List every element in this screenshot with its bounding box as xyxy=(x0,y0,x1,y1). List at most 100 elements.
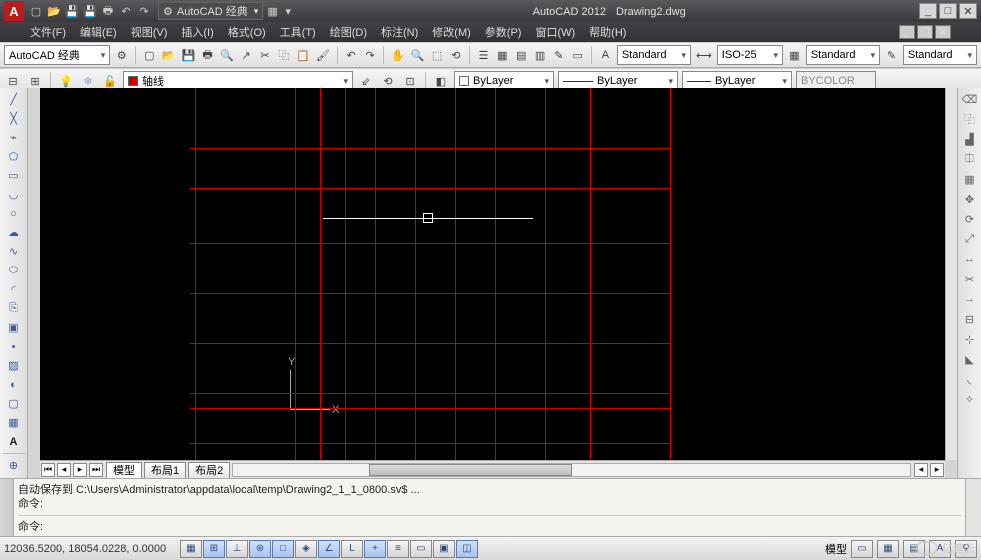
polar-toggle[interactable]: ⊛ xyxy=(249,540,271,558)
hatch-icon[interactable]: ▨ xyxy=(3,356,25,375)
dim-style-combo[interactable]: ISO-25▾ xyxy=(717,45,783,65)
status-coordinates[interactable]: 12036.5200, 18054.0228, 0.0000 xyxy=(4,543,174,555)
menu-draw[interactable]: 绘图(D) xyxy=(330,24,367,40)
tb-redo-icon[interactable]: ↷ xyxy=(363,46,378,64)
dyn-toggle[interactable]: + xyxy=(364,540,386,558)
addsel-icon[interactable]: ⊕ xyxy=(3,456,25,475)
move-icon[interactable]: ✥ xyxy=(961,190,979,208)
scale-icon[interactable]: ⤢ xyxy=(961,230,979,248)
tab-last-button[interactable]: ⏭ xyxy=(89,463,103,477)
tab-prev-button[interactable]: ◂ xyxy=(57,463,71,477)
vertical-scrollbar[interactable] xyxy=(945,88,957,460)
menu-dim[interactable]: 标注(N) xyxy=(381,24,418,40)
tb-zoomwin-icon[interactable]: ⬚ xyxy=(430,46,445,64)
tpy-toggle[interactable]: ▭ xyxy=(410,540,432,558)
polygon-icon[interactable]: ⬠ xyxy=(3,147,25,166)
status-annoscale-icon[interactable]: A xyxy=(929,540,951,558)
stretch-icon[interactable]: ↔ xyxy=(961,250,979,268)
ws-settings-icon[interactable]: ⚙ xyxy=(114,46,129,64)
trim-icon[interactable]: ✂ xyxy=(961,270,979,288)
explode-icon[interactable]: ✧ xyxy=(961,390,979,408)
gradient-icon[interactable]: ◐ xyxy=(3,375,25,394)
qat-undo-icon[interactable]: ↶ xyxy=(118,3,134,19)
ellipsearc-icon[interactable]: ◜ xyxy=(3,280,25,299)
grid-toggle[interactable]: ⊞ xyxy=(203,540,225,558)
minimize-button[interactable]: _ xyxy=(919,3,937,19)
tb-dcenter-icon[interactable]: ▦ xyxy=(495,46,510,64)
tb-sheetset-icon[interactable]: ▥ xyxy=(533,46,548,64)
osnap-toggle[interactable]: □ xyxy=(272,540,294,558)
array-icon[interactable]: ▦ xyxy=(961,170,979,188)
tb-match-icon[interactable]: 🖌 xyxy=(315,46,331,64)
maximize-button[interactable]: □ xyxy=(939,3,957,19)
tb-open-icon[interactable]: 📂 xyxy=(161,46,177,64)
hscroll-right-button[interactable]: ▸ xyxy=(930,463,944,477)
qat-more-icon[interactable]: ▦ xyxy=(267,5,285,18)
menu-insert[interactable]: 插入(I) xyxy=(181,24,213,40)
horizontal-scrollbar[interactable] xyxy=(232,463,911,477)
point-icon[interactable]: • xyxy=(3,337,25,356)
menu-file[interactable]: 文件(F) xyxy=(30,24,66,40)
workspace-selector[interactable]: ⚙ AutoCAD 经典 ▾ xyxy=(158,2,263,20)
menu-param[interactable]: 参数(P) xyxy=(485,24,522,40)
workspace-combo[interactable]: AutoCAD 经典▾ xyxy=(4,45,110,65)
mtext-icon[interactable]: A xyxy=(3,432,25,451)
status-qv-drawings-icon[interactable]: ▤ xyxy=(903,540,925,558)
status-model-icon[interactable]: ▭ xyxy=(851,540,873,558)
menu-view[interactable]: 视图(V) xyxy=(131,24,168,40)
pline-icon[interactable]: ⌁ xyxy=(3,128,25,147)
tb-save-icon[interactable]: 💾 xyxy=(180,46,196,64)
doc-restore-button[interactable]: ❐ xyxy=(917,25,933,39)
tb-qcalc-icon[interactable]: ▭ xyxy=(570,46,585,64)
doc-minimize-button[interactable]: _ xyxy=(899,25,915,39)
join-icon[interactable]: ⊹ xyxy=(961,330,979,348)
tb-undo-icon[interactable]: ↶ xyxy=(344,46,359,64)
rotate-icon[interactable]: ⟳ xyxy=(961,210,979,228)
qat-saveas-icon[interactable]: 💾 xyxy=(82,3,98,19)
tb-publish-icon[interactable]: ↗ xyxy=(239,46,254,64)
text-style-icon[interactable]: A xyxy=(598,46,613,64)
app-logo[interactable]: A xyxy=(4,1,24,21)
tb-preview-icon[interactable]: 🔍 xyxy=(219,46,235,64)
copy-icon[interactable]: ⿻ xyxy=(961,110,979,128)
text-style-combo[interactable]: Standard▾ xyxy=(617,45,691,65)
line-icon[interactable]: ╱ xyxy=(3,90,25,109)
command-input[interactable] xyxy=(47,519,961,533)
tb-new-icon[interactable]: ▢ xyxy=(142,46,157,64)
command-handle[interactable] xyxy=(0,479,14,536)
qat-print-icon[interactable]: 🖶 xyxy=(100,3,116,19)
extend-icon[interactable]: → xyxy=(961,290,979,308)
menu-edit[interactable]: 编辑(E) xyxy=(80,24,117,40)
status-space-label[interactable]: 模型 xyxy=(825,541,847,557)
lwt-toggle[interactable]: ≡ xyxy=(387,540,409,558)
menu-format[interactable]: 格式(O) xyxy=(228,24,266,40)
block-icon[interactable]: ▣ xyxy=(3,318,25,337)
arc-icon[interactable]: ◡ xyxy=(3,185,25,204)
status-annovis-icon[interactable]: ⚲ xyxy=(955,540,977,558)
tb-print-icon[interactable]: 🖶 xyxy=(200,46,215,64)
menu-help[interactable]: 帮助(H) xyxy=(589,24,626,40)
chamfer-icon[interactable]: ◣ xyxy=(961,350,979,368)
insert-icon[interactable]: ⎘ xyxy=(3,299,25,318)
osnap3d-toggle[interactable]: ◈ xyxy=(295,540,317,558)
tb-pan-icon[interactable]: ✋ xyxy=(390,46,406,64)
ortho-toggle[interactable]: ⊥ xyxy=(226,540,248,558)
drawing-canvas[interactable]: Y X xyxy=(40,88,945,460)
dim-style-icon[interactable]: ⟷ xyxy=(695,46,713,64)
tb-paste-icon[interactable]: 📋 xyxy=(295,46,311,64)
doc-close-button[interactable]: ✕ xyxy=(935,25,951,39)
offset-icon[interactable]: ⎅ xyxy=(961,150,979,168)
tb-props-icon[interactable]: ☰ xyxy=(476,46,491,64)
otrack-toggle[interactable]: ∠ xyxy=(318,540,340,558)
qat-new-icon[interactable]: ▢ xyxy=(28,3,44,19)
command-scrollbar[interactable] xyxy=(965,479,981,536)
snap-toggle[interactable]: ▦ xyxy=(180,540,202,558)
region-icon[interactable]: ▢ xyxy=(3,394,25,413)
table-icon[interactable]: ▦ xyxy=(3,413,25,432)
menu-tools[interactable]: 工具(T) xyxy=(280,24,316,40)
tb-toolpal-icon[interactable]: ▤ xyxy=(514,46,529,64)
fillet-icon[interactable]: ◟ xyxy=(961,370,979,388)
revcloud-icon[interactable]: ☁ xyxy=(3,223,25,242)
ducs-toggle[interactable]: L xyxy=(341,540,363,558)
tab-model[interactable]: 模型 xyxy=(106,462,142,478)
